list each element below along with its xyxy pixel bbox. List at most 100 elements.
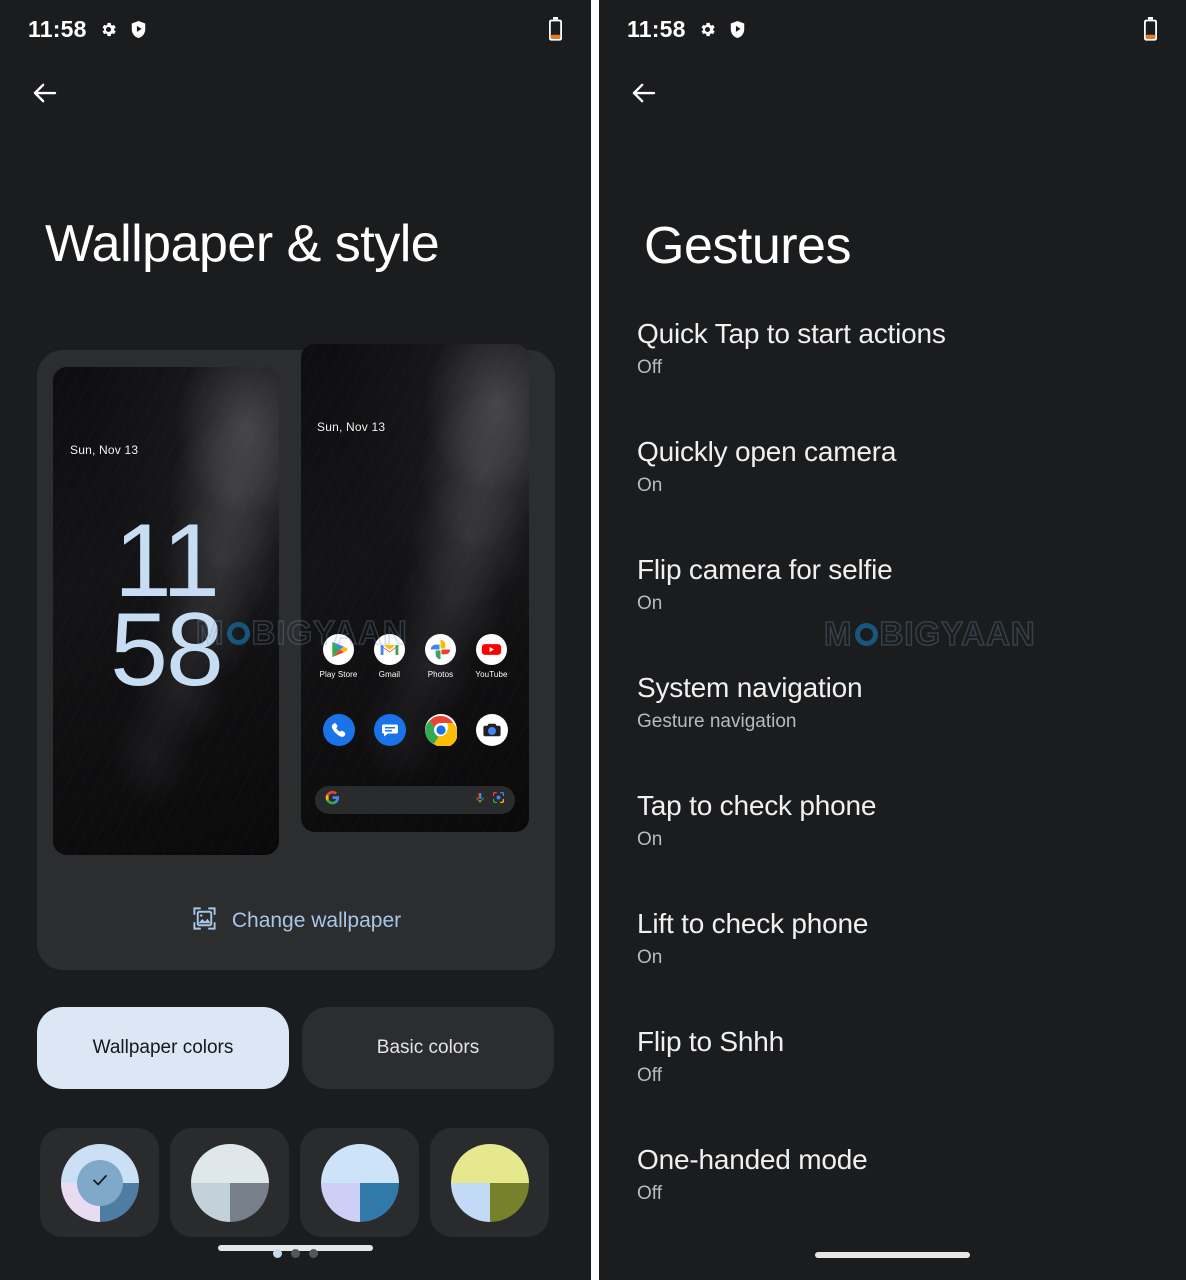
messages-icon bbox=[373, 714, 406, 746]
app-label: Gmail bbox=[378, 670, 401, 679]
list-item-flip-camera-for-selfie[interactable]: Flip camera for selfie On bbox=[599, 554, 1186, 672]
camera-icon bbox=[475, 714, 508, 746]
app-phone[interactable] bbox=[313, 714, 364, 746]
list-item-title: Lift to check phone bbox=[637, 908, 869, 939]
home-indicator[interactable] bbox=[815, 1252, 970, 1258]
lock-preview-clock: 11 58 bbox=[53, 509, 279, 703]
list-item-title: Quick Tap to start actions bbox=[637, 318, 946, 349]
list-item-tap-to-check-phone[interactable]: Tap to check phone On bbox=[599, 790, 1186, 908]
google-g-icon bbox=[325, 790, 340, 810]
list-item-value: On bbox=[637, 947, 663, 969]
list-item-value: On bbox=[637, 829, 663, 851]
home-preview-date: Sun, Nov 13 bbox=[317, 420, 386, 434]
tab-label: Wallpaper colors bbox=[92, 1037, 234, 1058]
status-bar: 11:58 bbox=[599, 0, 1186, 58]
watermark-suffix: BIGYAAN bbox=[251, 613, 408, 652]
back-arrow-icon bbox=[30, 78, 60, 113]
gear-icon bbox=[99, 20, 118, 39]
color-chip-1[interactable] bbox=[40, 1128, 159, 1237]
list-item-one-handed-mode[interactable]: One-handed mode Off bbox=[599, 1144, 1186, 1262]
change-wallpaper-button[interactable]: Change wallpaper bbox=[37, 893, 555, 949]
list-item-value: Gesture navigation bbox=[637, 711, 797, 733]
change-wallpaper-label: Change wallpaper bbox=[231, 909, 402, 932]
screenshot-root: 11:58 Wallpaper & style Sun, Nov 13 11 5… bbox=[0, 0, 1186, 1280]
check-icon bbox=[91, 1171, 109, 1194]
swatch-quadrant-top bbox=[320, 1143, 399, 1183]
page-dot[interactable] bbox=[273, 1249, 282, 1258]
watermark: M BIGYAAN bbox=[823, 614, 1036, 653]
watermark-suffix: BIGYAAN bbox=[879, 614, 1036, 653]
back-button[interactable] bbox=[22, 72, 68, 118]
home-dock bbox=[313, 714, 517, 748]
swatch-quadrant-bottom-left bbox=[320, 1182, 360, 1222]
list-item-quickly-open-camera[interactable]: Quickly open camera On bbox=[599, 436, 1186, 554]
list-item-value: Off bbox=[637, 357, 662, 379]
swatch-center bbox=[76, 1159, 123, 1206]
swatch-quadrant-top bbox=[190, 1143, 269, 1183]
swatch-quadrant-bottom-right bbox=[489, 1182, 529, 1222]
list-item-title: Flip camera for selfie bbox=[637, 554, 893, 585]
tab-label: Basic colors bbox=[376, 1037, 480, 1058]
google-search-bar[interactable] bbox=[315, 786, 515, 814]
list-item-title: Flip to Shhh bbox=[637, 1026, 785, 1057]
shield-play-icon bbox=[729, 20, 746, 39]
page-indicator-dots bbox=[273, 1249, 318, 1258]
page-dot[interactable] bbox=[309, 1249, 318, 1258]
navigation-bar bbox=[599, 1252, 1186, 1258]
status-bar-clock: 11:58 bbox=[627, 15, 686, 42]
list-item-value: Off bbox=[637, 1183, 662, 1205]
list-item-system-navigation[interactable]: System navigation Gesture navigation bbox=[599, 672, 1186, 790]
list-item-flip-to-shhh[interactable]: Flip to Shhh Off bbox=[599, 1026, 1186, 1144]
wallpaper-image-wing bbox=[301, 344, 529, 832]
list-item-value: On bbox=[637, 593, 663, 615]
status-bar-icons bbox=[698, 20, 746, 39]
status-bar-icons bbox=[99, 20, 147, 39]
tab-wallpaper-colors[interactable]: Wallpaper colors bbox=[37, 1007, 289, 1089]
color-chip-4[interactable] bbox=[430, 1128, 549, 1237]
microphone-icon[interactable] bbox=[474, 791, 486, 810]
google-lens-icon[interactable] bbox=[492, 791, 505, 809]
back-arrow-icon bbox=[629, 78, 659, 113]
watermark: M BIGYAAN bbox=[195, 613, 408, 652]
list-item-value: On bbox=[637, 475, 663, 497]
page-dot[interactable] bbox=[291, 1249, 300, 1258]
lock-preview-date: Sun, Nov 13 bbox=[70, 443, 139, 457]
battery-low-icon bbox=[548, 16, 563, 42]
back-button[interactable] bbox=[621, 72, 667, 118]
app-photos[interactable]: Photos bbox=[415, 634, 466, 679]
preview-row: Sun, Nov 13 11 58 Sun, Nov 13 Play Store… bbox=[53, 344, 539, 855]
swatch-quadrant-bottom-right bbox=[229, 1182, 269, 1222]
watermark-prefix: M bbox=[823, 614, 853, 653]
app-messages[interactable] bbox=[364, 714, 415, 746]
color-swatch bbox=[190, 1143, 269, 1222]
list-item-lift-to-check-phone[interactable]: Lift to check phone On bbox=[599, 908, 1186, 1026]
page-title: Wallpaper & style bbox=[45, 215, 440, 273]
app-camera[interactable] bbox=[466, 714, 517, 746]
watermark-o-icon bbox=[854, 622, 878, 646]
swatch-quadrant-bottom-left bbox=[190, 1182, 230, 1222]
app-chrome[interactable] bbox=[415, 714, 466, 748]
color-chip-3[interactable] bbox=[300, 1128, 419, 1237]
wallpaper-preview-card: Sun, Nov 13 11 58 Sun, Nov 13 Play Store… bbox=[37, 344, 555, 970]
swatch-quadrant-top bbox=[450, 1143, 529, 1183]
gestures-list: Quick Tap to start actions Off Quickly o… bbox=[599, 318, 1186, 1262]
list-item-value: Off bbox=[637, 1065, 662, 1087]
app-label: YouTube bbox=[475, 670, 508, 679]
color-chip-row bbox=[40, 1128, 549, 1237]
color-swatch bbox=[450, 1143, 529, 1222]
color-chip-2[interactable] bbox=[170, 1128, 289, 1237]
shield-play-icon bbox=[130, 20, 147, 39]
app-label: Play Store bbox=[319, 670, 358, 679]
image-picture-icon bbox=[191, 905, 218, 937]
tab-basic-colors[interactable]: Basic colors bbox=[302, 1007, 554, 1089]
home-screen-preview[interactable]: Sun, Nov 13 Play Store Gmail Photos YouT… bbox=[301, 344, 529, 832]
app-label: Photos bbox=[427, 670, 454, 679]
lock-screen-preview[interactable]: Sun, Nov 13 11 58 bbox=[53, 367, 279, 855]
swatch-quadrant-bottom-left bbox=[450, 1182, 490, 1222]
navigation-bar bbox=[0, 1245, 591, 1258]
phone-screen-wallpaper-style: 11:58 Wallpaper & style Sun, Nov 13 11 5… bbox=[0, 0, 591, 1280]
app-youtube[interactable]: YouTube bbox=[466, 634, 517, 679]
battery-low-icon bbox=[1143, 16, 1158, 42]
list-item-quick-tap[interactable]: Quick Tap to start actions Off bbox=[599, 318, 1186, 436]
phone-screen-gestures: 11:58 Gestures Quick Tap to start action… bbox=[599, 0, 1186, 1280]
